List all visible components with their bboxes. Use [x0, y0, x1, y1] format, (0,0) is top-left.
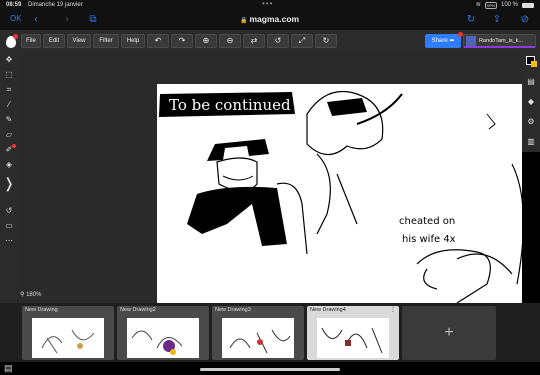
- rotate-left-icon[interactable]: ↺: [267, 34, 289, 48]
- fill-tool-icon[interactable]: ◈: [3, 159, 15, 171]
- lock-icon: 🔒: [240, 18, 248, 24]
- done-button[interactable]: OK: [10, 14, 22, 23]
- crop-tool-icon[interactable]: ⌗: [3, 84, 15, 96]
- back-icon[interactable]: ‹: [29, 13, 43, 27]
- shape-tool-icon[interactable]: ❭: [3, 176, 15, 190]
- artwork: To be continued cheated on his wife 4x: [159, 90, 522, 303]
- color-swatch[interactable]: [522, 52, 540, 70]
- forward-icon[interactable]: ›: [60, 13, 74, 27]
- drawing-card-active[interactable]: New Drawing4 ⋮: [307, 306, 399, 360]
- username: RandoTam_is_k...: [479, 38, 524, 44]
- zoom-indicator[interactable]: ⚲ 180%: [20, 291, 41, 298]
- fullscreen-icon[interactable]: ⤢: [291, 34, 313, 48]
- status-indicators: ≋ VPN 100 %: [476, 0, 534, 10]
- zoom-icon: ⚲: [20, 292, 25, 298]
- add-drawing-button[interactable]: +: [402, 306, 496, 360]
- drawing-thumbnail: [127, 318, 199, 358]
- zoom-out-icon[interactable]: ⊖: [219, 34, 241, 48]
- battery-icon: [522, 2, 534, 8]
- eyedropper-tool-icon[interactable]: ⁄: [3, 99, 15, 111]
- layers-icon[interactable]: ◆: [525, 96, 537, 108]
- zoom-in-icon[interactable]: ⊕: [195, 34, 217, 48]
- banner-text: To be continued: [169, 96, 291, 114]
- reload-icon[interactable]: ↻: [464, 13, 478, 27]
- note-line-2: his wife 4x: [402, 234, 456, 245]
- share-label: Share: [431, 38, 448, 44]
- address-bar[interactable]: 🔒 magma.com: [240, 14, 299, 24]
- magma-logo[interactable]: [4, 33, 18, 49]
- drawings-strip: New Drawing New Drawing2 New Drawing3 Ne…: [0, 303, 540, 362]
- browser-toolbar: OK ‹ › ⧉ 🔒 magma.com ↻ ⇪ ⊘: [0, 10, 540, 30]
- status-date: Dimanche 19 janvier: [28, 2, 83, 8]
- flip-icon[interactable]: ⇄: [243, 34, 265, 48]
- vpn-badge: VPN: [484, 1, 497, 9]
- redo-icon[interactable]: ↷: [171, 34, 193, 48]
- share-arrow-icon: ➦: [449, 38, 455, 44]
- more-icon[interactable]: ⋯: [3, 235, 15, 247]
- move-tool-icon[interactable]: ✥: [3, 54, 15, 66]
- app-toolbar: File Edit View Filter Help ↶ ↷ ⊕ ⊖ ⇄ ↺ ⤢…: [0, 30, 540, 52]
- user-chip[interactable]: RandoTam_is_k...: [463, 34, 536, 48]
- properties-icon[interactable]: ▥: [525, 136, 537, 148]
- chat-icon[interactable]: ▭: [3, 220, 15, 232]
- drawing-title: New Drawing2: [120, 307, 156, 313]
- compass-icon[interactable]: ⊘: [518, 13, 532, 27]
- drawing-thumbnail: [32, 318, 104, 358]
- drawings-toggle-icon[interactable]: ▤: [4, 363, 13, 374]
- drawing-thumbnail: [317, 318, 389, 358]
- selection-tool-icon[interactable]: ⬚: [3, 69, 15, 81]
- menu-view[interactable]: View: [67, 34, 91, 48]
- menu-edit[interactable]: Edit: [43, 34, 65, 48]
- body-shape: [187, 186, 287, 246]
- share-sheet-icon[interactable]: ⇪: [490, 13, 504, 27]
- pencil-tool-icon[interactable]: ✐: [3, 144, 16, 156]
- history-icon[interactable]: ↺: [3, 205, 15, 217]
- zoom-level: 180%: [26, 292, 42, 298]
- eraser-tool-icon[interactable]: ▱: [3, 129, 15, 141]
- undo-icon[interactable]: ↶: [147, 34, 169, 48]
- drawing-card[interactable]: New Drawing2: [117, 306, 209, 360]
- share-button[interactable]: Share ➦: [425, 32, 463, 48]
- secondary-color: [531, 61, 537, 67]
- brush-tool-icon[interactable]: ✎: [3, 114, 15, 126]
- drawing-title: New Drawing: [25, 307, 58, 313]
- drawing-thumbnail: [222, 318, 294, 358]
- avatar: [466, 36, 476, 46]
- tabs-icon[interactable]: ⧉: [86, 13, 100, 27]
- multitask-dots-icon[interactable]: •••: [262, 0, 273, 9]
- drawing-card[interactable]: New Drawing3: [212, 306, 304, 360]
- bottom-bar: ▤: [0, 362, 540, 375]
- battery-percent: 100 %: [500, 2, 518, 8]
- more-options-icon[interactable]: ⋮: [390, 306, 396, 313]
- home-indicator: [200, 368, 340, 371]
- settings-icon[interactable]: ⚙: [525, 116, 537, 128]
- url-text: magma.com: [249, 14, 300, 24]
- wifi-icon: ≋: [475, 2, 481, 8]
- right-toolbox: ▤ ◆ ⚙ ▥: [522, 52, 540, 152]
- rotate-right-icon[interactable]: ↻: [315, 34, 337, 48]
- status-bar: 08:59 Dimanche 19 janvier ••• ≋ VPN 100 …: [0, 0, 540, 10]
- navigator-icon[interactable]: ▤: [525, 76, 537, 88]
- menu-filter[interactable]: Filter: [93, 34, 119, 48]
- note-line-1: cheated on: [399, 216, 455, 227]
- menu-file[interactable]: File: [21, 34, 41, 48]
- drawing-title: New Drawing3: [215, 307, 251, 313]
- drawing-card[interactable]: New Drawing: [22, 306, 114, 360]
- status-time: 08:59: [6, 2, 22, 8]
- drawing-title: New Drawing4: [310, 307, 346, 313]
- menu-help[interactable]: Help: [121, 34, 145, 48]
- drawing-canvas[interactable]: To be continued cheated on his wife 4x: [157, 84, 522, 303]
